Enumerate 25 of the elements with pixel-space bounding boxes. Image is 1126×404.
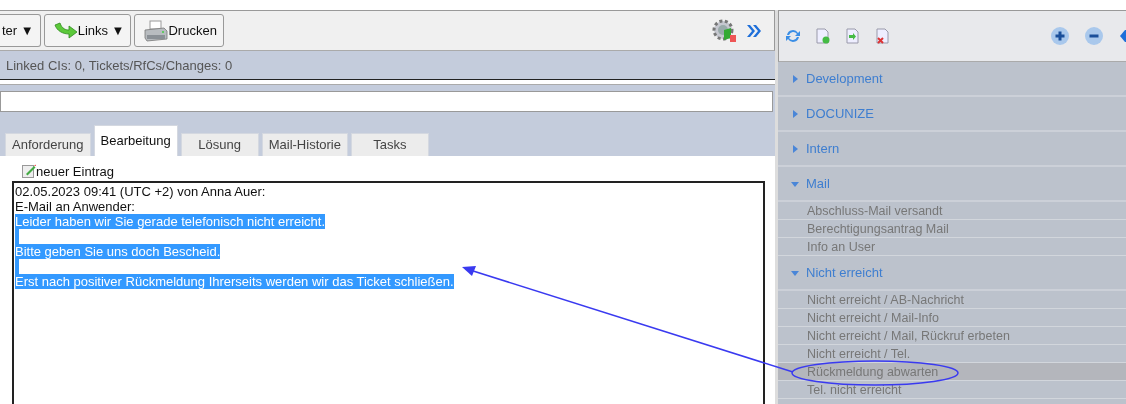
tab[interactable]: Anforderung xyxy=(5,133,91,156)
tree-group[interactable]: DOCUNIZE xyxy=(778,97,1126,132)
tab[interactable]: Mail-Historie xyxy=(261,133,348,156)
tree-item[interactable]: Nicht erreicht / Mail, Rückruf erbeten xyxy=(778,327,1126,345)
tree-item[interactable]: Nicht erreicht / AB-Nachricht xyxy=(778,291,1126,309)
tree-item[interactable]: Tel. nicht erreicht xyxy=(778,381,1126,399)
tab[interactable]: Tasks xyxy=(350,133,429,156)
tree-item[interactable]: Berechtigungsantrag Mail xyxy=(778,220,1126,238)
tree-group[interactable]: Mail xyxy=(778,167,1126,202)
tree-item[interactable]: Nicht erreicht / Mail-Info xyxy=(778,309,1126,327)
tree-item[interactable]: Abschluss-Mail versandt xyxy=(778,202,1126,220)
entry-header-line: 02.05.2023 09:41 (UTC +2) von Anna Auer: xyxy=(15,184,267,199)
tree-item[interactable]: Rückmeldung abwarten xyxy=(778,363,1126,381)
toolbar-button[interactable]: Links ▼ xyxy=(43,14,132,48)
tree-item[interactable]: Info an User xyxy=(778,238,1126,256)
toolbar-button[interactable]: ter ▼ xyxy=(0,14,41,48)
tab[interactable]: Lösung xyxy=(180,133,259,156)
toolbar-button[interactable]: Drucken xyxy=(134,14,224,48)
tab[interactable]: Bearbeitung xyxy=(93,125,178,156)
new-entry-link[interactable]: neuer Eintrag xyxy=(12,164,115,179)
tree-group[interactable]: Nicht erreicht xyxy=(778,256,1126,291)
entry-header-line: E-Mail an Anwender: xyxy=(15,199,136,214)
tree-group[interactable]: Intern xyxy=(778,132,1126,167)
tree-group[interactable]: Development xyxy=(778,62,1126,97)
info-text: Linked CIs: 0, Tickets/RfCs/Changes: 0 xyxy=(6,57,233,73)
